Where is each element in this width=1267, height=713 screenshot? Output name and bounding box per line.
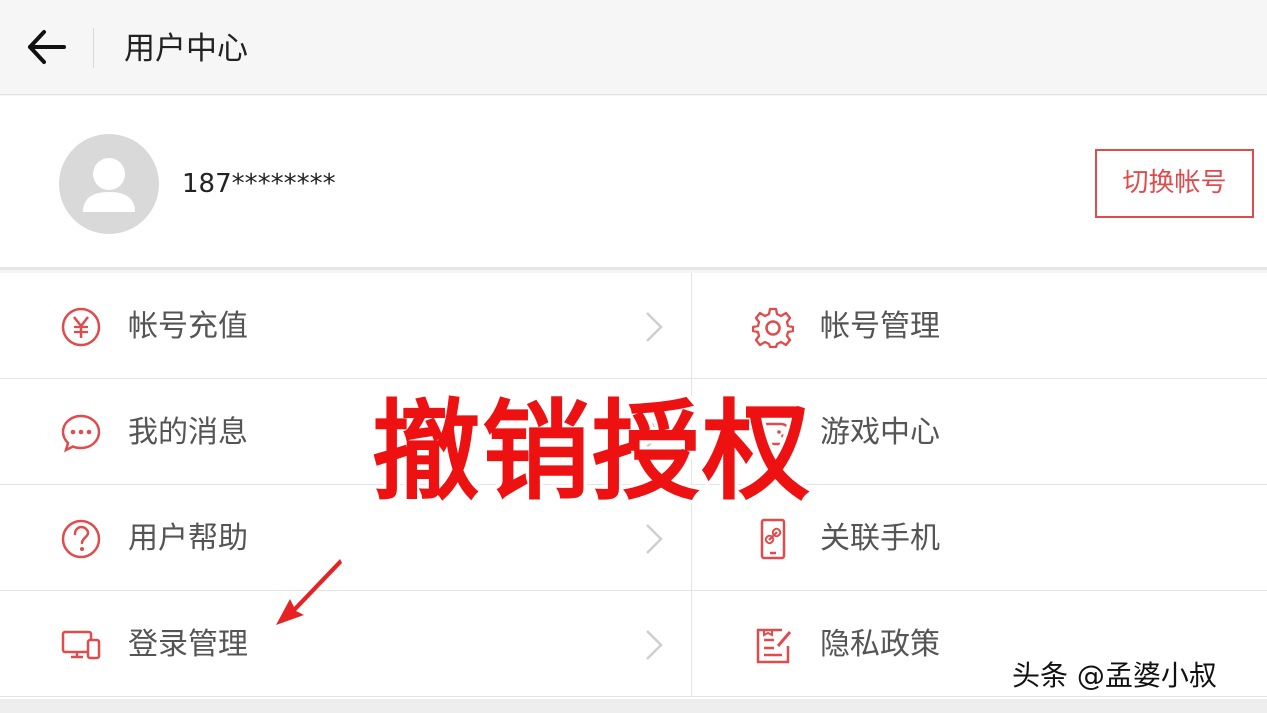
arrow-left-icon <box>28 30 66 64</box>
profile-section: 187******** 切换帐号 <box>0 96 1267 270</box>
red-arrow-annotation-icon <box>276 559 342 625</box>
gear-icon <box>752 307 794 348</box>
menu-item-label: 隐私政策 <box>820 627 940 662</box>
menu-item-label: 我的消息 <box>128 415 248 450</box>
page-title: 用户中心 <box>124 31 248 67</box>
document-pen-icon <box>756 628 792 664</box>
watermark: 头条 @孟婆小叔 <box>1012 659 1217 692</box>
bottom-strip <box>0 699 1267 713</box>
back-button[interactable] <box>22 24 72 70</box>
menu-item-label: 帐号充值 <box>128 309 248 344</box>
chat-bubble-icon <box>61 414 101 453</box>
devices-icon <box>61 630 101 660</box>
question-circle-icon <box>61 519 101 559</box>
menu-item-label: 用户帮助 <box>128 521 248 556</box>
app-header: 用户中心 <box>0 0 1267 95</box>
menu-item-label: 登录管理 <box>128 627 248 662</box>
menu-item-account-management[interactable]: 帐号管理 <box>692 273 1267 379</box>
chevron-right-icon <box>646 630 663 660</box>
user-avatar-icon <box>83 158 135 212</box>
menu-item-recharge[interactable]: 帐号充值 <box>0 273 692 379</box>
menu-item-label: 帐号管理 <box>820 309 940 344</box>
username: 187******** <box>182 169 336 199</box>
switch-account-button[interactable]: 切换帐号 <box>1095 149 1254 218</box>
avatar[interactable] <box>59 134 159 234</box>
overlay-caption: 撤销授权 <box>369 387 813 518</box>
header-divider <box>93 28 94 68</box>
chevron-right-icon <box>646 312 663 342</box>
yen-circle-icon <box>61 307 101 347</box>
